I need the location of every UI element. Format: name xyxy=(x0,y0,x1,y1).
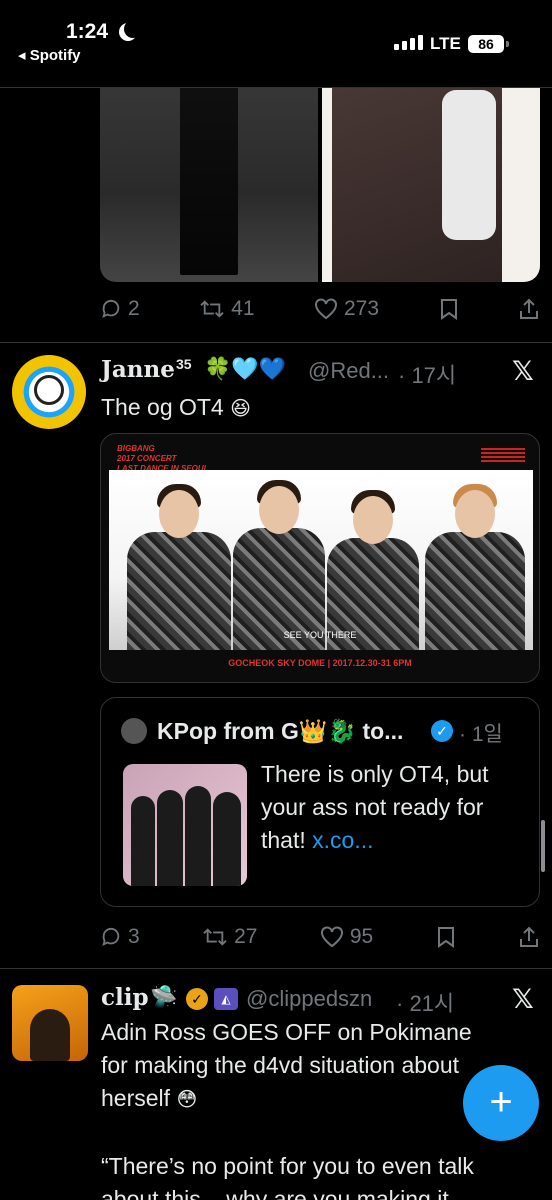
quoted-time: · 1일 xyxy=(459,723,503,746)
bookmark-button[interactable] xyxy=(439,298,459,320)
heart-icon xyxy=(320,926,343,948)
like-button[interactable]: 95 xyxy=(320,925,373,949)
author-handle[interactable]: @clippedszn xyxy=(246,986,372,1012)
like-count: 273 xyxy=(343,297,380,320)
name-superscript: 35 xyxy=(176,356,192,372)
tweet-line: Adin Ross GOES OFF on Pokimane xyxy=(101,1019,472,1045)
network-type: LTE xyxy=(430,34,461,53)
share-icon xyxy=(519,298,538,319)
tweet-line: “There’s no point for you to even talk xyxy=(101,1153,474,1179)
reply-count: 2 xyxy=(128,297,140,320)
reply-button[interactable]: 3 xyxy=(100,925,140,949)
reply-icon xyxy=(102,927,120,947)
battery-icon: 86 xyxy=(468,35,509,53)
author-handle[interactable]: @Red... xyxy=(308,358,389,384)
tweet-time: · 21시 xyxy=(396,991,455,1016)
signal-icon xyxy=(394,34,423,50)
retweet-button[interactable]: 27 xyxy=(202,925,257,949)
retweet-count: 41 xyxy=(231,297,255,320)
author-name[interactable]: Janne xyxy=(101,356,175,383)
quoted-text: There is only OT4, but your ass not read… xyxy=(261,758,531,857)
stripes-logo xyxy=(481,448,525,462)
tweet-emoji: 😳 xyxy=(176,1089,198,1111)
retweet-icon xyxy=(200,300,224,318)
like-count: 95 xyxy=(349,925,374,948)
media-photo-2[interactable] xyxy=(322,60,540,282)
tweet-actions: 2 41 273 xyxy=(100,294,540,324)
name-emojis: 🍀🩵💙 xyxy=(204,356,287,381)
quoted-text-body: There is only OT4, but your ass not read… xyxy=(261,761,489,853)
tweet-media-grid[interactable] xyxy=(100,60,540,282)
tweet-time: · 17시 xyxy=(398,363,457,388)
moon-icon xyxy=(124,20,142,38)
person-icon xyxy=(30,1009,70,1061)
video-player[interactable]: BIGBANG 2017 CONCERT LAST DANCE IN SEOUL… xyxy=(100,433,540,683)
share-icon xyxy=(519,926,538,947)
reply-button[interactable]: 2 xyxy=(100,297,140,321)
bookmark-button[interactable] xyxy=(436,926,456,948)
scrollbar[interactable] xyxy=(541,820,545,872)
header-line: 2017 CONCERT xyxy=(117,454,177,463)
tweet-text-body: The og OT4 xyxy=(101,394,224,420)
bookmark-icon xyxy=(440,299,457,320)
reply-count: 3 xyxy=(128,925,140,948)
retweet-icon xyxy=(203,928,227,946)
share-button[interactable] xyxy=(518,298,540,320)
tweet-line: about this... why are you making it xyxy=(101,1186,449,1200)
verified-gold-icon: ✓ xyxy=(186,988,208,1010)
compose-button[interactable]: + xyxy=(463,1065,539,1141)
quoted-author: KPop from G👑🐉 to... xyxy=(157,718,404,744)
retweet-count: 27 xyxy=(234,925,258,948)
bookmark-icon xyxy=(437,927,454,948)
like-button[interactable]: 273 xyxy=(314,297,379,321)
ufo-emoji: 🛸 xyxy=(150,984,178,1009)
tweet-emoji: 😆 xyxy=(230,398,251,420)
verified-icon: ✓ xyxy=(431,720,453,742)
panda-icon xyxy=(34,375,64,405)
tweet-line: herself xyxy=(101,1085,171,1111)
quoted-link[interactable]: x.co... xyxy=(312,827,373,853)
tweet-line: for making the d4vd situation about xyxy=(101,1052,460,1078)
video-footer: GOCHEOK SKY DOME | 2017.12.30-31 6PM xyxy=(228,658,412,668)
quoted-tweet[interactable]: KPop from G👑🐉 to... ✓ · 1일 There is only… xyxy=(100,697,540,907)
tweet-actions: 3 27 95 xyxy=(100,922,540,952)
x-logo-icon[interactable]: 𝕏 xyxy=(512,984,534,1015)
status-bar: 1:24 ◂ Spotify LTE 86 xyxy=(0,0,552,88)
tweet-text: The og OT4 😆 xyxy=(101,391,531,426)
video-frame xyxy=(109,470,533,650)
x-logo-icon[interactable]: 𝕏 xyxy=(512,356,534,387)
reply-icon xyxy=(102,299,120,319)
back-to-spotify-link[interactable]: ◂ Spotify xyxy=(18,46,81,64)
divider xyxy=(0,968,552,969)
share-button[interactable] xyxy=(518,926,540,948)
avatar-clip[interactable] xyxy=(12,985,88,1061)
retweet-button[interactable]: 41 xyxy=(199,297,255,321)
heart-icon xyxy=(314,298,337,320)
avatar-janne[interactable] xyxy=(12,355,86,429)
quoted-avatar xyxy=(121,718,147,744)
video-subtitle: SEE YOU THERE xyxy=(283,630,357,640)
affiliate-badge-icon: ◭ xyxy=(214,988,238,1010)
mini-figure xyxy=(442,90,496,240)
clock: 1:24 xyxy=(66,20,109,43)
author-name[interactable]: clip xyxy=(101,984,149,1011)
media-photo-1[interactable] xyxy=(100,60,318,282)
header-line: BIGBANG xyxy=(117,444,155,453)
figure-silhouette xyxy=(180,60,238,275)
quoted-image xyxy=(123,764,247,886)
divider xyxy=(0,342,552,343)
